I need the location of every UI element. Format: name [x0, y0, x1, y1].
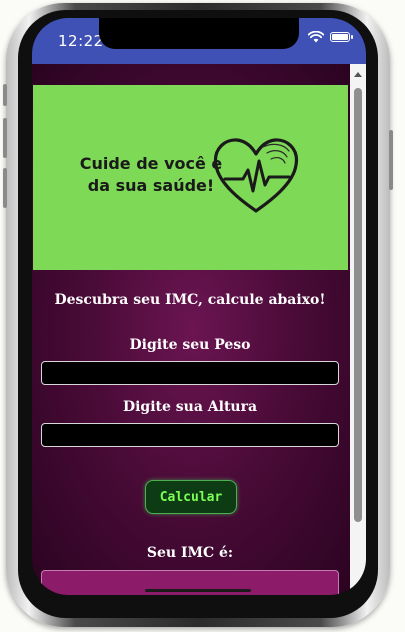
phone-mockup: 12:22 Cuide de você e da sua saúde! Desc…: [0, 0, 405, 632]
health-banner: Cuide de você e da sua saúde!: [33, 85, 348, 270]
height-label: Digite sua Altura: [122, 399, 258, 415]
app-content: Cuide de você e da sua saúde! Descubra s…: [32, 64, 354, 595]
battery-icon: [330, 32, 353, 42]
volume-up-button: [3, 84, 7, 106]
heart-pulse-icon: [213, 138, 299, 213]
banner-text: Cuide de você e da sua saúde!: [71, 153, 231, 197]
headline: Descubra seu IMC, calcule abaixo!: [54, 292, 326, 308]
notch: [99, 18, 299, 49]
status-time: 12:22: [58, 32, 104, 50]
status-icons: [308, 31, 353, 43]
banner-text-line1: Cuide de você e: [79, 154, 223, 173]
calculate-button[interactable]: Calcular: [145, 480, 237, 514]
result-label: Seu IMC é:: [146, 545, 234, 561]
home-indicator: [145, 589, 251, 592]
scrollbar-thumb[interactable]: [354, 88, 362, 522]
status-bar: 12:22: [32, 18, 366, 64]
banner-text-line2: da sua saúde!: [87, 176, 215, 195]
weight-input[interactable]: [41, 361, 339, 385]
scrollbar[interactable]: [350, 64, 366, 595]
phone-screen: 12:22 Cuide de você e da sua saúde! Desc…: [32, 18, 366, 595]
height-input[interactable]: [41, 423, 339, 447]
mute-switch: [3, 168, 7, 208]
weight-label: Digite seu Peso: [129, 337, 251, 353]
volume-down-button: [3, 118, 7, 158]
power-button: [389, 130, 393, 190]
scroll-up-arrow-icon[interactable]: [354, 72, 362, 77]
wifi-icon: [308, 31, 324, 43]
